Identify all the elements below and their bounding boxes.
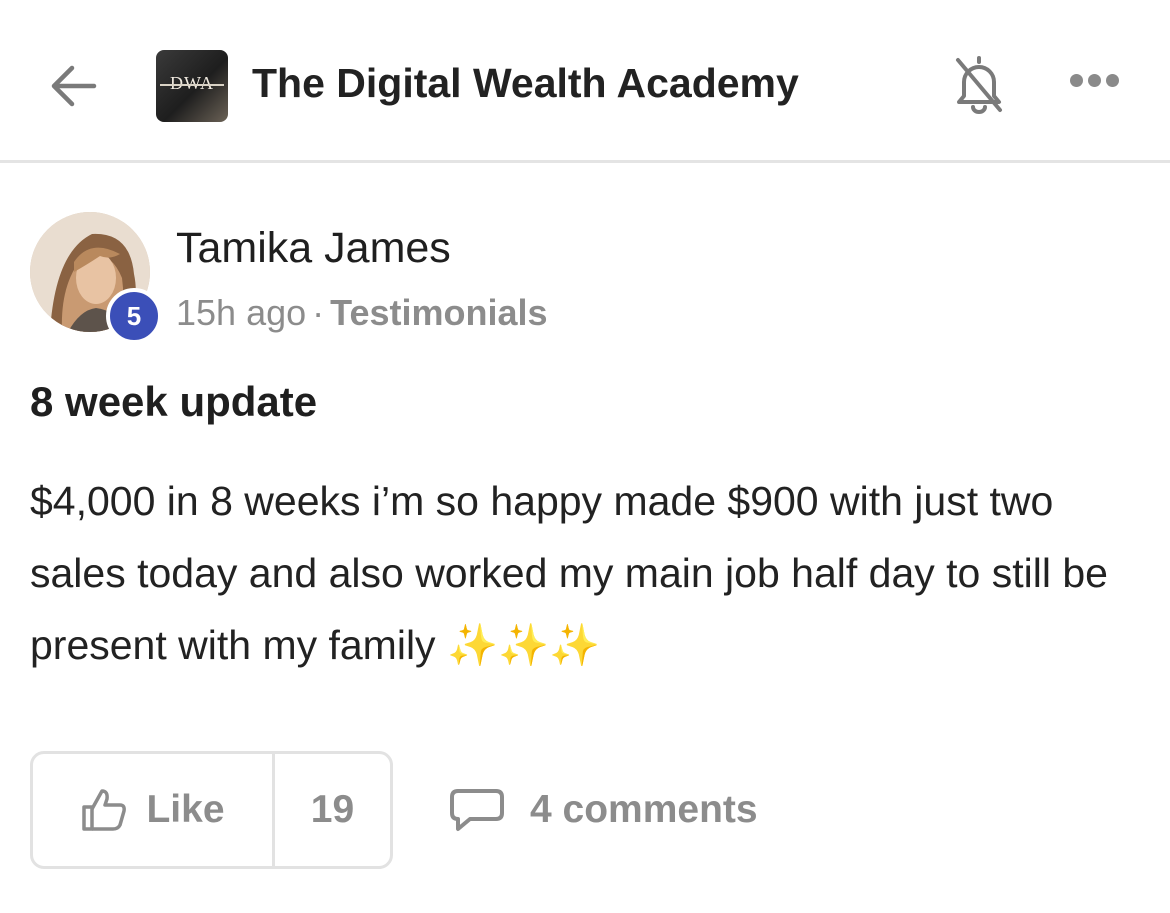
like-label: Like [146,788,225,831]
comments-button[interactable]: 4 comments [448,780,758,840]
comment-bubble-icon [450,789,504,831]
post-meta: 15h ago · Testimonials [176,292,548,334]
arrow-left-icon [51,65,97,107]
thumbs-up-icon [82,789,127,831]
author-avatar-container[interactable]: 5 [30,212,162,344]
logo-divider [160,84,224,86]
post-time: 15h ago [176,292,307,333]
post-body: $4,000 in 8 weeks i’m so happy made $900… [30,478,1108,668]
like-button[interactable]: Like [33,754,275,866]
post-category[interactable]: Testimonials [330,292,547,333]
meta-separator: · [312,292,325,333]
notifications-toggle-button[interactable] [950,52,1008,116]
like-button-group: Like 19 [30,751,393,869]
level-badge: 5 [106,288,162,344]
top-app-bar: DWA The Digital Wealth Academy [0,0,1170,163]
like-count[interactable]: 19 [275,754,390,866]
more-horizontal-icon [1070,74,1083,87]
author-name[interactable]: Tamika James [176,224,451,273]
group-name[interactable]: The Digital Wealth Academy [252,60,799,107]
back-button[interactable] [48,60,100,112]
more-options-button[interactable] [1070,74,1126,98]
group-logo[interactable]: DWA [156,50,228,122]
bell-off-icon [956,56,1002,114]
comments-count-label: 4 comments [530,788,758,831]
post-title: 8 week update [30,378,318,425]
